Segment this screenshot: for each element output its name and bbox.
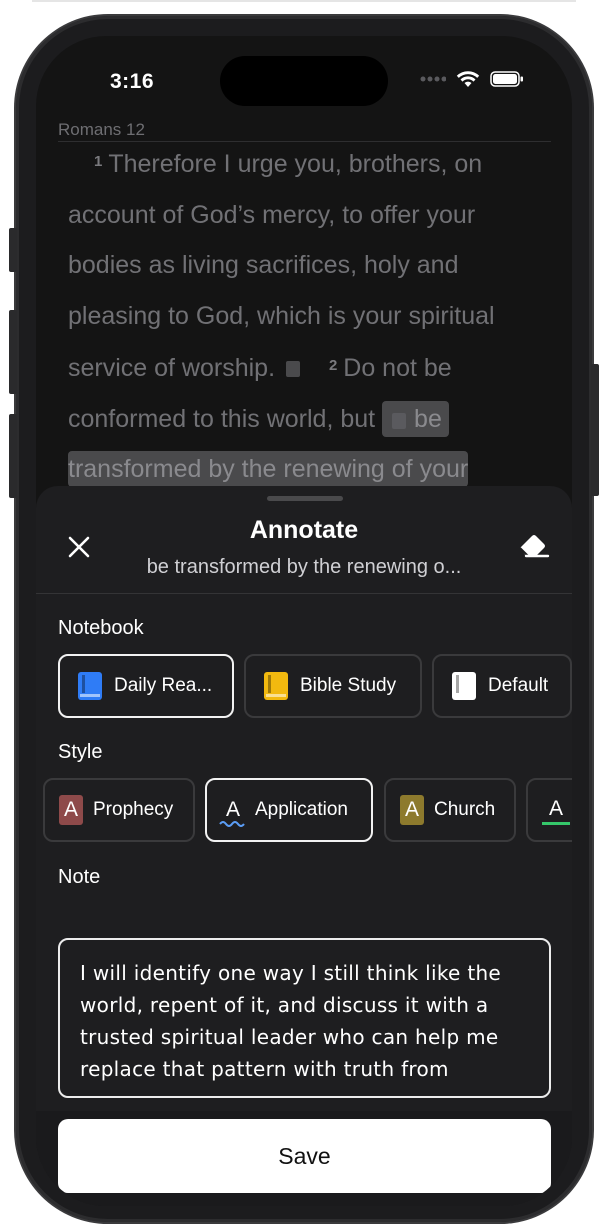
book-icon — [264, 672, 288, 700]
style-church[interactable]: A Church — [384, 778, 516, 842]
wifi-icon — [456, 71, 480, 87]
verse-1[interactable]: Therefore I urge you, brothers, on accou… — [68, 150, 495, 382]
action-button — [9, 228, 17, 272]
volume-down-button — [9, 414, 17, 498]
verse-number: 2 — [328, 357, 338, 374]
highlight-text: be — [414, 404, 442, 433]
status-icons — [420, 70, 524, 88]
style-glyph-icon: A — [59, 795, 83, 825]
style-application[interactable]: A Application — [205, 778, 373, 842]
sheet-grabber[interactable] — [267, 496, 343, 501]
screen: 3:16 Romans 12 1 Therefore I urge you, br… — [36, 36, 572, 1206]
note-label: Note — [58, 866, 101, 888]
power-button — [591, 364, 599, 496]
book-icon — [452, 672, 476, 700]
verse-text[interactable]: 1 Therefore I urge you, brothers, on acco… — [68, 137, 548, 495]
book-icon — [78, 672, 102, 700]
style-label: Style — [58, 741, 103, 763]
annotate-sheet: Annotate be transformed by the renewing … — [36, 486, 572, 1206]
verse-number: 1 — [94, 153, 103, 170]
dynamic-island — [220, 56, 388, 106]
highlight-selection[interactable]: be — [382, 400, 449, 437]
sheet-title: Annotate — [249, 516, 359, 544]
battery-icon — [490, 71, 523, 87]
sheet-subtitle: be transformed by the renewing o... — [146, 556, 462, 578]
eraser-icon[interactable] — [516, 530, 550, 560]
style-glyph-icon: A — [400, 795, 424, 825]
highlight-selection[interactable]: transformed by the renewing of your — [68, 451, 469, 487]
note-textarea[interactable]: I will identify one way I still think li… — [58, 938, 551, 1098]
top-divider — [32, 0, 576, 2]
note-icon[interactable] — [285, 361, 300, 377]
notebook-default[interactable]: Default — [432, 654, 572, 718]
status-time: 3:16 — [110, 70, 155, 93]
style-underline[interactable]: A — [526, 778, 572, 842]
notebook-label: Notebook — [58, 617, 144, 639]
signal-dots-icon — [420, 76, 446, 82]
volume-up-button — [9, 310, 17, 394]
style-chip-label: Church — [434, 799, 496, 820]
notebook-bible-study[interactable]: Bible Study — [244, 654, 422, 718]
save-button[interactable]: Save — [58, 1119, 551, 1193]
notebook-chip-label: Bible Study — [300, 675, 397, 696]
style-prophecy[interactable]: A Prophecy — [43, 778, 195, 842]
style-chip-label: Prophecy — [93, 799, 174, 820]
style-glyph-icon: A — [542, 795, 570, 825]
highlight-text: transformed by the renewing of your — [68, 455, 469, 483]
copy-icon — [392, 412, 407, 429]
notebook-daily-reading[interactable]: Daily Rea... — [58, 654, 234, 718]
sheet-divider — [36, 593, 572, 594]
style-chip-label: Application — [255, 799, 348, 820]
style-glyph-icon: A — [219, 795, 245, 827]
notebook-chip-label: Default — [488, 675, 549, 696]
notebook-chip-label: Daily Rea... — [114, 675, 213, 696]
